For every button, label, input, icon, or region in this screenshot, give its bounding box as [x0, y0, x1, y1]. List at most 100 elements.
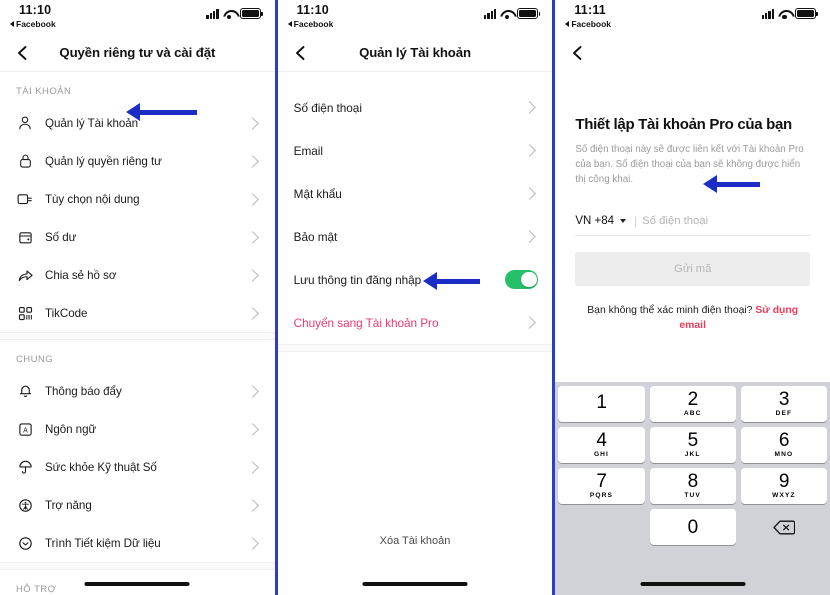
back-app-label: Facebook [571, 19, 612, 29]
phone-input-field[interactable]: VN +84 | Số điện thoại [575, 213, 811, 236]
key-number: 3 [778, 388, 790, 410]
item-label: Sức khỏe Kỹ thuật Số [45, 460, 157, 474]
key-8[interactable]: 8 TUV [649, 468, 736, 504]
key-7[interactable]: 7 PQRS [558, 468, 645, 504]
save-login-toggle[interactable] [505, 270, 539, 289]
chevron-right-icon [245, 192, 259, 206]
row-password[interactable]: Mật khẩu [277, 172, 553, 215]
accessibility-icon [16, 496, 34, 514]
delete-account-label: Xóa Tài khoản [379, 535, 451, 547]
sidebar-item-tikcode[interactable]: TikCode [0, 294, 275, 332]
key-6[interactable]: 6 MNO [740, 427, 827, 463]
toggle-knob [521, 271, 537, 288]
back-app-label: Facebook [293, 19, 334, 29]
chevron-right-icon [245, 498, 259, 512]
row-security[interactable]: Bảo mật [277, 215, 553, 258]
keypad-row: 0 [558, 509, 827, 545]
nav-bar-2: Quản lý Tài khoản [277, 34, 553, 72]
pro-setup-body: Thiết lập Tài khoản Pro của bạn Số điện … [555, 116, 830, 334]
key-5[interactable]: 5 JKL [649, 427, 736, 463]
item-label: Số điện thoại [293, 100, 362, 115]
sidebar-item-digital-wellbeing[interactable]: Sức khỏe Kỹ thuật Số [0, 448, 275, 486]
key-9[interactable]: 9 WXYZ [740, 468, 827, 504]
key-backspace[interactable] [741, 509, 827, 545]
settings-list: TÀI KHOẢN Quản lý Tài khoản Quản lý quyề… [0, 72, 275, 595]
status-back-to-app[interactable]: Facebook [10, 19, 56, 29]
wifi-icon [778, 9, 791, 20]
row-switch-to-pro-account[interactable]: Chuyển sang Tài khoản Pro [277, 301, 553, 344]
status-back-to-app[interactable]: Facebook [287, 19, 334, 29]
section-divider [0, 332, 275, 340]
chevron-right-icon [523, 316, 537, 329]
lock-icon [16, 152, 34, 170]
home-indicator [84, 581, 190, 586]
keypad-row: 4 GHI 5 JKL 6 MNO [558, 427, 827, 463]
status-time: 11:10 [296, 3, 329, 17]
key-number: 6 [778, 429, 790, 451]
status-time: 11:10 [19, 3, 52, 17]
screen-pro-account-setup: 11:11 Facebook Thiết lập Tài khoản Pro c… [555, 0, 830, 595]
data-saver-icon [16, 534, 34, 552]
home-indicator [362, 581, 468, 586]
key-2[interactable]: 2 ABC [649, 386, 736, 422]
item-label: Số dư [45, 230, 77, 244]
keypad-row: 1 2 ABC 3 DEF [558, 386, 827, 422]
key-number: 9 [778, 470, 790, 492]
key-4[interactable]: 4 GHI [558, 427, 645, 463]
key-number: 7 [596, 470, 607, 492]
back-button[interactable] [292, 44, 310, 62]
row-email[interactable]: Email [277, 129, 553, 172]
cellular-signal-icon [484, 9, 497, 19]
row-save-login-info[interactable]: Lưu thông tin đăng nhập [277, 258, 553, 301]
status-indicators [484, 8, 541, 20]
section-header-general: CHUNG [16, 354, 54, 365]
key-letters: TUV [684, 492, 701, 500]
battery-icon [517, 8, 541, 19]
sidebar-item-share-profile[interactable]: Chia sẻ hồ sơ [0, 256, 275, 294]
sidebar-item-push-notifications[interactable]: Thông báo đẩy [0, 372, 275, 410]
screen-privacy-settings: 11:10 Facebook Quyền riêng tư và cài đặt… [0, 0, 275, 595]
chevron-right-icon [523, 187, 537, 200]
sidebar-item-language[interactable]: A Ngôn ngữ [0, 410, 275, 448]
back-button[interactable] [569, 44, 587, 62]
language-icon: A [16, 420, 34, 438]
key-letters: JKL [684, 451, 701, 459]
chevron-down-icon[interactable] [620, 218, 627, 223]
delete-account-button[interactable]: Xóa Tài khoản [278, 531, 553, 549]
sidebar-item-balance[interactable]: Số dư [0, 218, 275, 256]
sidebar-item-content-preferences[interactable]: Tùy chọn nội dung [0, 180, 275, 218]
key-0[interactable]: 0 [649, 509, 736, 545]
key-number: 1 [596, 392, 607, 414]
country-code-label[interactable]: VN +84 [575, 215, 614, 227]
person-icon [16, 114, 34, 132]
row-phone-number[interactable]: Số điện thoại [277, 86, 553, 129]
status-back-to-app[interactable]: Facebook [565, 19, 611, 29]
nav-bar-1: Quyền riêng tư và cài đặt [0, 34, 275, 72]
item-label: Mật khẩu [293, 186, 342, 201]
sidebar-item-manage-privacy[interactable]: Quản lý quyền riêng tư [0, 142, 275, 180]
umbrella-icon [16, 458, 34, 476]
back-triangle-icon [10, 21, 14, 27]
key-letters: PQRS [589, 492, 613, 500]
key-number: 4 [596, 429, 607, 451]
key-3[interactable]: 3 DEF [740, 386, 827, 422]
sidebar-item-accessibility[interactable]: Trợ năng [0, 486, 275, 524]
account-settings-list: Số điện thoại Email Mật khẩu Bảo mật Lưu… [277, 72, 553, 352]
field-divider: | [634, 213, 638, 228]
key-1[interactable]: 1 [558, 386, 645, 422]
back-triangle-icon [287, 21, 292, 27]
chevron-right-icon [245, 422, 259, 436]
back-button[interactable] [14, 44, 32, 62]
chevron-right-icon [245, 230, 259, 244]
status-bar-1: 11:10 Facebook [0, 0, 275, 34]
item-label: Chia sẻ hồ sơ [45, 268, 117, 282]
item-label: Trợ năng [45, 498, 92, 512]
sidebar-item-manage-account[interactable]: Quản lý Tài khoản [0, 104, 275, 142]
item-label: Thông báo đẩy [45, 384, 122, 398]
sidebar-item-data-saver[interactable]: Trình Tiết kiệm Dữ liệu [0, 524, 275, 562]
key-letters: DEF [775, 410, 793, 418]
section-divider [277, 344, 553, 352]
status-bar-3: 11:11 Facebook [555, 0, 830, 34]
three-screen-tutorial: 11:10 Facebook Quyền riêng tư và cài đặt… [0, 0, 830, 595]
send-code-button[interactable]: Gửi mã [575, 251, 811, 286]
